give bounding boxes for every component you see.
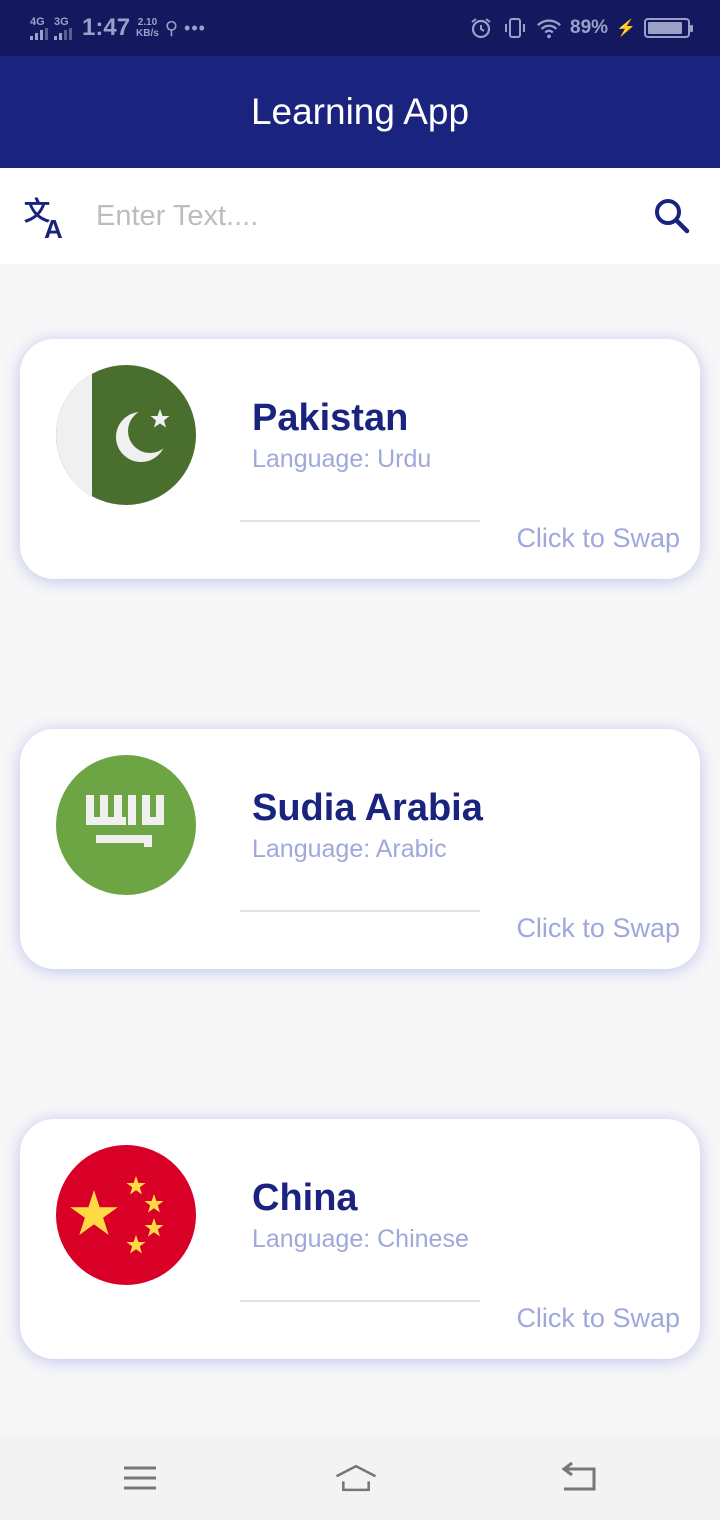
- battery-icon: [644, 18, 693, 38]
- clock: 1:47: [82, 14, 131, 41]
- app-bar: Learning App: [0, 56, 720, 168]
- divider: [240, 1300, 480, 1302]
- china-flag: [56, 1145, 196, 1285]
- country-card-saudi-arabia[interactable]: Sudia Arabia Language: Arabic Click to S…: [20, 729, 700, 969]
- svg-text:A: A: [44, 214, 63, 240]
- signal-bars-icon: [54, 27, 72, 40]
- wifi-icon: [536, 15, 562, 41]
- country-name: Sudia Arabia: [252, 787, 483, 829]
- speed-value: 2.10: [137, 17, 158, 28]
- network-speed: 2.10 KB/s: [136, 17, 159, 39]
- status-bar: 4G 3G 1:47 2.10 KB/s ⚲ ••• 89% ⚡: [0, 0, 720, 56]
- divider: [240, 520, 480, 522]
- country-card-pakistan[interactable]: Pakistan Language: Urdu Click to Swap: [20, 339, 700, 579]
- signal-4g: 4G: [30, 15, 48, 40]
- country-name: Pakistan: [252, 397, 409, 439]
- saudi-arabia-flag: [56, 755, 196, 895]
- speed-unit: KB/s: [136, 28, 159, 39]
- status-right: 89% ⚡: [468, 12, 693, 44]
- status-left: 4G 3G 1:47 2.10 KB/s ⚲ •••: [30, 12, 206, 44]
- system-nav-bar: [0, 1436, 720, 1520]
- language-label: Language: Chinese: [252, 1225, 469, 1253]
- language-label: Language: Arabic: [252, 835, 447, 863]
- swap-button[interactable]: Click to Swap: [516, 913, 680, 944]
- back-icon[interactable]: [556, 1456, 600, 1500]
- alarm-icon: [468, 15, 494, 41]
- charging-icon: ⚡: [616, 20, 636, 37]
- battery-percent: 89%: [570, 17, 609, 38]
- search-icon[interactable]: [650, 194, 694, 238]
- language-label: Language: Urdu: [252, 445, 432, 473]
- signal-bars-icon: [30, 27, 48, 40]
- swap-button[interactable]: Click to Swap: [516, 1303, 680, 1334]
- battery-fill: [648, 22, 682, 34]
- signal-3g-label: 3G: [54, 15, 69, 28]
- home-icon[interactable]: [334, 1456, 378, 1500]
- menu-icon[interactable]: [118, 1456, 162, 1500]
- divider: [240, 910, 480, 912]
- vibrate-icon: [502, 15, 528, 41]
- app-title: Learning App: [250, 91, 470, 132]
- more-notifications-icon: •••: [184, 17, 206, 38]
- translate-icon[interactable]: 文 A: [24, 194, 72, 244]
- search-input[interactable]: [96, 190, 626, 242]
- swap-button[interactable]: Click to Swap: [516, 523, 680, 554]
- country-card-china[interactable]: China Language: Chinese Click to Swap: [20, 1119, 700, 1359]
- signal-3g: 3G: [54, 15, 72, 40]
- pakistan-flag: [56, 365, 196, 505]
- signal-4g-label: 4G: [30, 15, 45, 28]
- usb-icon: ⚲: [164, 17, 179, 38]
- search-row: 文 A: [0, 168, 720, 264]
- country-name: China: [252, 1177, 358, 1219]
